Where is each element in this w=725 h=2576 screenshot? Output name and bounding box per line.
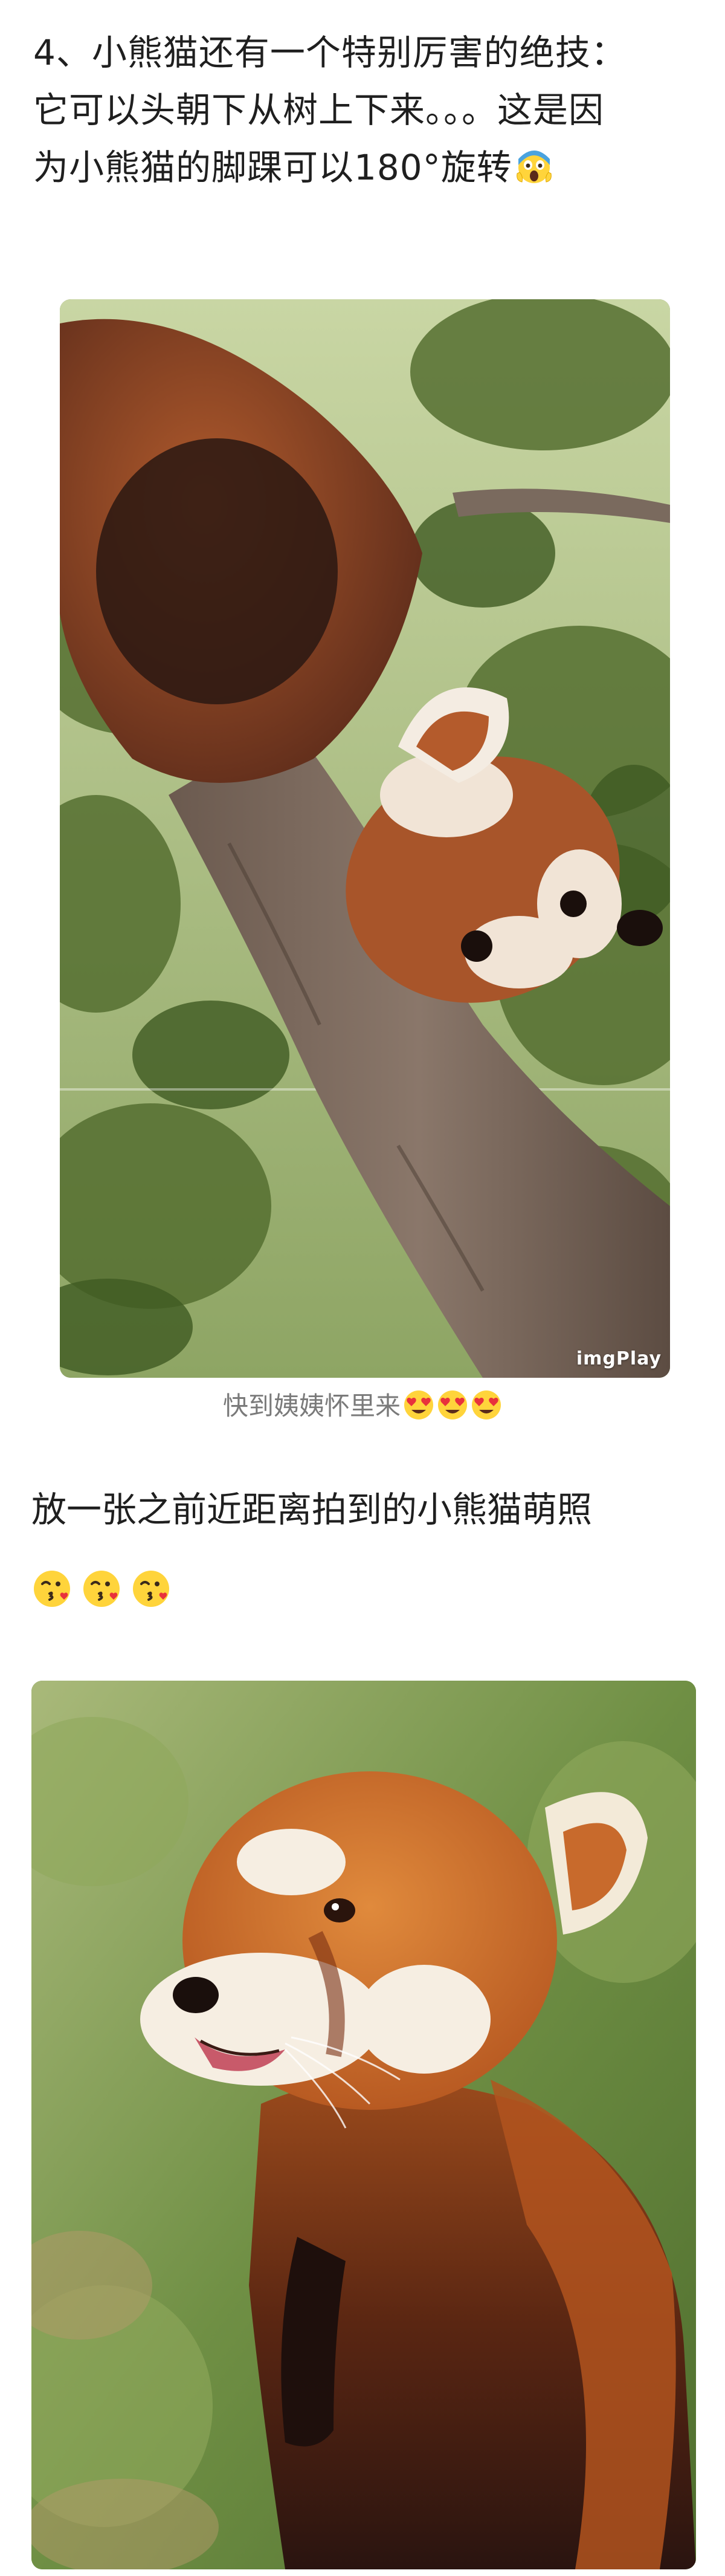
red-panda-portrait-photo[interactable] xyxy=(31,1681,696,2569)
heart-eyes-icon xyxy=(472,1390,501,1419)
caption-text: 快到姨姨怀里来 xyxy=(222,1391,401,1421)
imgplay-watermark: imgPlay xyxy=(576,1348,662,1369)
screaming-face-icon xyxy=(516,151,552,183)
post-paragraph-2: 放一张之前近距离拍到的小熊猫萌照 xyxy=(31,1481,696,1539)
paragraph-line: 它可以头朝下从树上下来。。。这是因 xyxy=(33,89,605,131)
red-panda-tree-illustration xyxy=(60,299,670,1378)
kissing-heart-icon xyxy=(34,1571,70,1607)
paragraph-line-text: 为小熊猫的脚踝可以180°旋转 xyxy=(33,147,512,188)
paragraph-line: 为小熊猫的脚踝可以180°旋转 xyxy=(33,139,698,196)
paragraph-line: 4、小熊猫还有一个特别厉害的绝技： xyxy=(33,32,627,73)
paragraph-line: 放一张之前近距离拍到的小熊猫萌照 xyxy=(31,1489,593,1530)
heart-eyes-icon xyxy=(438,1390,467,1419)
kissing-heart-icon xyxy=(133,1571,169,1607)
red-panda-tree-photo[interactable]: imgPlay xyxy=(60,299,670,1378)
post-paragraph-1: 4、小熊猫还有一个特别厉害的绝技： 它可以头朝下从树上下来。。。这是因 为小熊猫… xyxy=(33,24,698,196)
red-panda-portrait-illustration xyxy=(31,1681,696,2569)
kiss-emoji-row xyxy=(31,1566,180,1614)
kissing-heart-icon xyxy=(83,1571,120,1607)
photo-caption: 快到姨姨怀里来 xyxy=(0,1389,725,1423)
heart-eyes-icon xyxy=(404,1390,433,1419)
